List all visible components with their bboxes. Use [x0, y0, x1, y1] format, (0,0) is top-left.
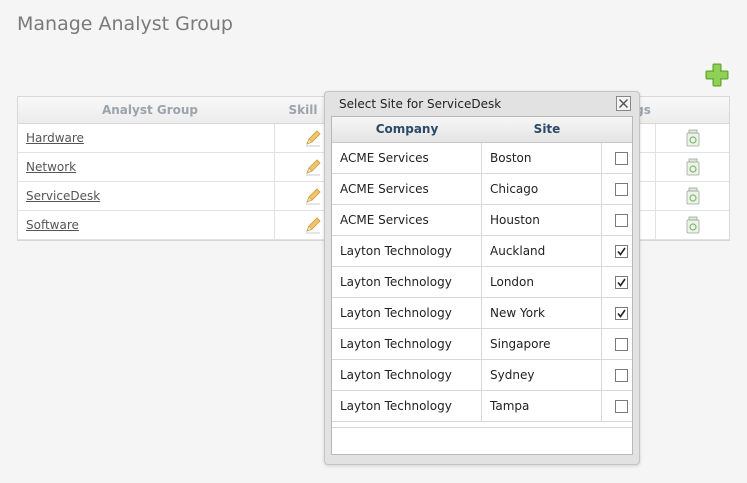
column-divider: [274, 182, 275, 210]
company-cell: Layton Technology: [340, 306, 452, 320]
column-divider: [274, 211, 275, 239]
company-cell: Layton Technology: [340, 399, 452, 413]
table-footer-line: [332, 427, 632, 428]
site-row: ACME Services Houston: [332, 205, 632, 236]
site-checkbox[interactable]: [615, 338, 628, 351]
site-cell: New York: [490, 306, 545, 320]
edit-skill-button[interactable]: [304, 187, 322, 205]
column-divider: [601, 329, 602, 359]
site-table-header: Company Site: [332, 117, 632, 143]
column-divider: [601, 298, 602, 328]
column-divider: [601, 360, 602, 390]
column-divider: [601, 174, 602, 204]
recycle-icon: [686, 216, 700, 234]
settings-button[interactable]: [685, 129, 701, 147]
analyst-group-link[interactable]: ServiceDesk: [26, 182, 100, 210]
checkmark-icon: [617, 309, 626, 318]
column-divider: [601, 267, 602, 297]
column-divider: [481, 298, 482, 328]
company-cell: Layton Technology: [340, 244, 452, 258]
column-divider: [601, 205, 602, 235]
edit-skill-button[interactable]: [304, 129, 322, 147]
column-divider: [655, 182, 656, 210]
site-checkbox[interactable]: [615, 307, 628, 320]
site-row: ACME Services Boston: [332, 143, 632, 174]
close-button[interactable]: [616, 96, 631, 111]
pencil-icon: [306, 159, 321, 176]
recycle-icon: [686, 158, 700, 176]
column-divider: [481, 174, 482, 204]
recycle-icon: [686, 129, 700, 147]
site-cell: Tampa: [490, 399, 530, 413]
select-site-dialog: Select Site for ServiceDesk Company Site…: [324, 91, 640, 465]
site-table: Company Site ACME Services Boston ACME Ser…: [331, 116, 633, 455]
column-divider: [481, 143, 482, 173]
pencil-icon: [306, 217, 321, 234]
pencil-icon: [306, 188, 321, 205]
plus-icon: [705, 63, 729, 87]
recycle-icon: [686, 187, 700, 205]
site-cell: Sydney: [490, 368, 535, 382]
column-skill: Skill: [288, 103, 318, 117]
checkmark-icon: [617, 278, 626, 287]
site-cell: Chicago: [490, 182, 539, 196]
site-row: ACME Services Chicago: [332, 174, 632, 205]
site-checkbox[interactable]: [615, 152, 628, 165]
column-divider: [481, 360, 482, 390]
analyst-group-link[interactable]: Hardware: [26, 124, 84, 152]
checkmark-icon: [617, 247, 626, 256]
site-checkbox[interactable]: [615, 369, 628, 382]
site-cell: London: [490, 275, 534, 289]
settings-button[interactable]: [685, 187, 701, 205]
site-row: Layton Technology Auckland: [332, 236, 632, 267]
edit-skill-button[interactable]: [304, 158, 322, 176]
column-divider: [274, 124, 275, 152]
column-divider: [655, 124, 656, 152]
site-row: Layton Technology Sydney: [332, 360, 632, 391]
site-row: Layton Technology Tampa: [332, 391, 632, 422]
column-divider: [274, 153, 275, 181]
column-divider: [481, 267, 482, 297]
column-site: Site: [533, 122, 561, 136]
add-group-button[interactable]: [705, 63, 729, 87]
site-cell: Boston: [490, 151, 532, 165]
site-checkbox[interactable]: [615, 214, 628, 227]
company-cell: Layton Technology: [340, 368, 452, 382]
site-row: Layton Technology London: [332, 267, 632, 298]
site-cell: Singapore: [490, 337, 551, 351]
pencil-icon: [306, 130, 321, 147]
company-cell: ACME Services: [340, 182, 429, 196]
column-divider: [481, 329, 482, 359]
dialog-title: Select Site for ServiceDesk: [339, 97, 502, 111]
column-divider: [601, 236, 602, 266]
settings-button[interactable]: [685, 158, 701, 176]
settings-button[interactable]: [685, 216, 701, 234]
column-divider: [655, 211, 656, 239]
site-cell: Houston: [490, 213, 540, 227]
analyst-group-link[interactable]: Software: [26, 211, 79, 239]
site-checkbox[interactable]: [615, 245, 628, 258]
site-checkbox[interactable]: [615, 400, 628, 413]
column-divider: [601, 391, 602, 421]
site-row: Layton Technology New York: [332, 298, 632, 329]
column-divider: [481, 391, 482, 421]
site-cell: Auckland: [490, 244, 546, 258]
column-divider: [481, 236, 482, 266]
company-cell: ACME Services: [340, 213, 429, 227]
column-divider: [601, 143, 602, 173]
company-cell: ACME Services: [340, 151, 429, 165]
column-company: Company: [375, 122, 439, 136]
column-divider: [655, 153, 656, 181]
column-divider: [481, 205, 482, 235]
company-cell: Layton Technology: [340, 337, 452, 351]
company-cell: Layton Technology: [340, 275, 452, 289]
site-row: Layton Technology Singapore: [332, 329, 632, 360]
close-icon: [619, 99, 628, 108]
edit-skill-button[interactable]: [304, 216, 322, 234]
column-analyst-group: Analyst Group: [101, 103, 199, 117]
analyst-group-link[interactable]: Network: [26, 153, 76, 181]
site-checkbox[interactable]: [615, 183, 628, 196]
site-checkbox[interactable]: [615, 276, 628, 289]
page-title: Manage Analyst Group: [17, 13, 233, 35]
